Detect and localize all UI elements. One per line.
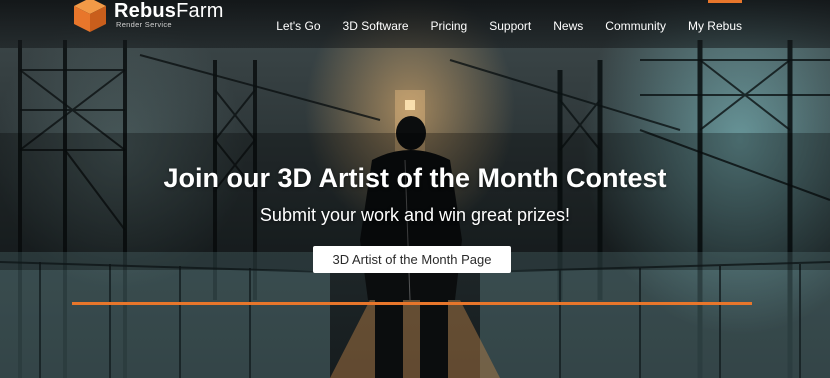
- site-header: RebusFarm Render Service Let's Go 3D Sof…: [0, 0, 830, 48]
- hero-subtitle: Submit your work and win great prizes!: [259, 205, 571, 225]
- hero-title: Join our 3D Artist of the Month Contest: [163, 163, 667, 193]
- nav-item-community[interactable]: Community: [605, 19, 666, 33]
- accent-divider: [72, 302, 752, 305]
- brand-name: RebusFarm: [114, 0, 224, 22]
- header-accent-tab: [708, 0, 742, 3]
- brand-name-light: Farm: [176, 0, 224, 22]
- nav-item-my-rebus[interactable]: My Rebus: [688, 19, 742, 33]
- artist-of-month-button[interactable]: 3D Artist of the Month Page: [313, 246, 511, 273]
- brand-name-bold: Rebus: [114, 0, 177, 22]
- main-nav: Let's Go 3D Software Pricing Support New…: [276, 19, 742, 33]
- cube-logo-icon: [74, 0, 106, 32]
- nav-item-pricing[interactable]: Pricing: [431, 19, 468, 33]
- nav-item-3d-software[interactable]: 3D Software: [343, 19, 409, 33]
- nav-item-news[interactable]: News: [553, 19, 583, 33]
- nav-item-support[interactable]: Support: [489, 19, 531, 33]
- brand-tagline: Render Service: [116, 20, 172, 29]
- nav-item-lets-go[interactable]: Let's Go: [276, 19, 320, 33]
